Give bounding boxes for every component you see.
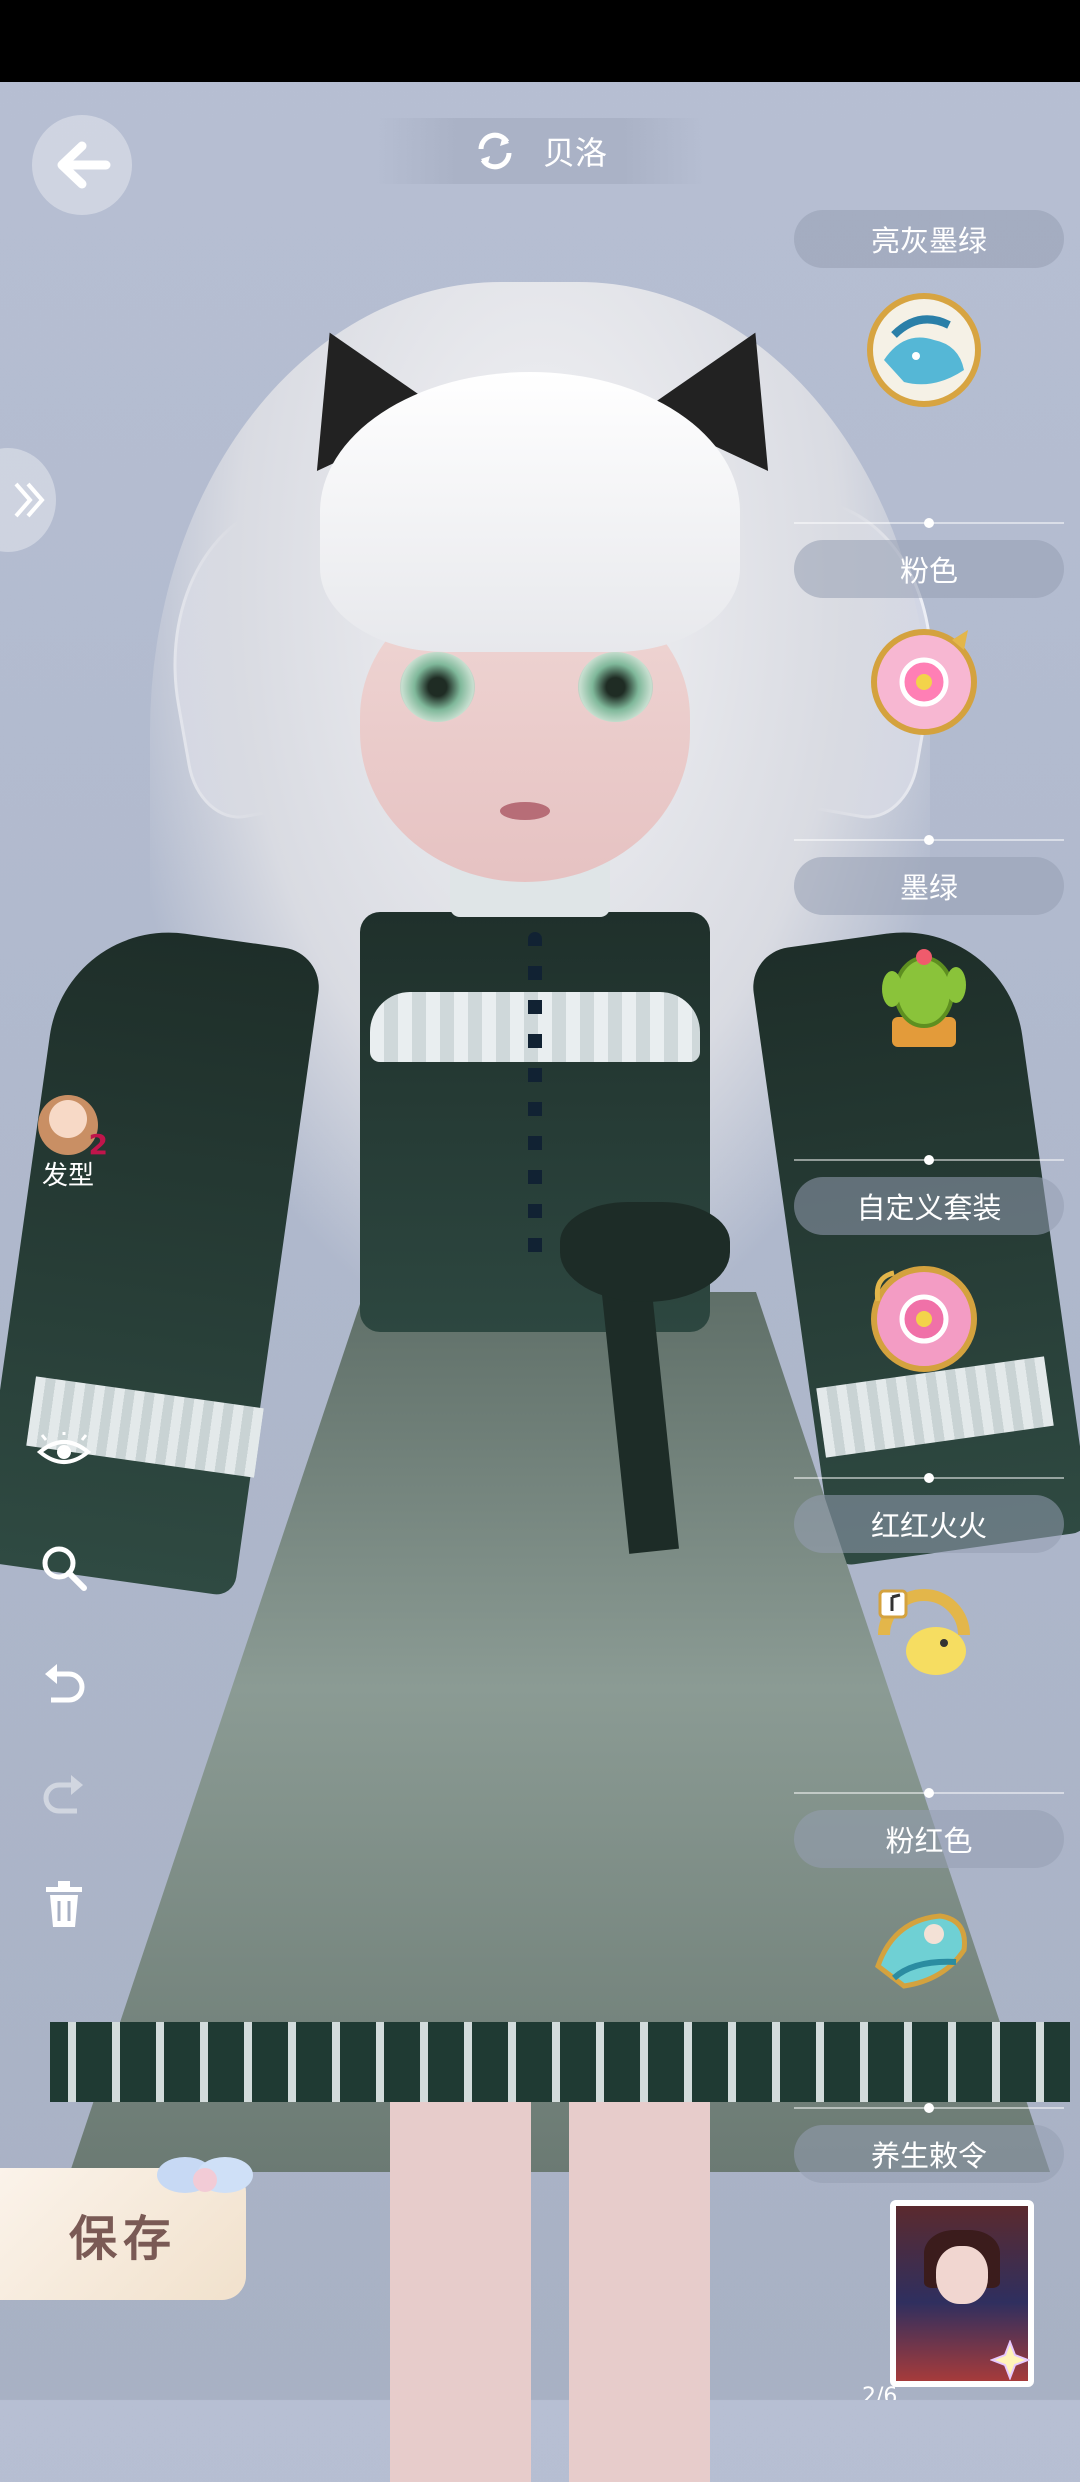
outfit-label: 自定义套装 bbox=[794, 1177, 1064, 1235]
whale-badge-icon[interactable] bbox=[864, 290, 984, 410]
ribbon-decoration-icon bbox=[157, 2157, 253, 2193]
outfit-label: 粉色 bbox=[794, 540, 1064, 598]
trash-icon bbox=[46, 1881, 82, 1927]
arrow-left-icon bbox=[57, 141, 111, 189]
bow bbox=[560, 1202, 730, 1302]
outfit-item[interactable]: 粉色 bbox=[794, 518, 1064, 735]
portrait-face bbox=[936, 2246, 988, 2304]
magnifier-icon bbox=[42, 1546, 87, 1591]
lips bbox=[500, 802, 550, 820]
divider-dot bbox=[924, 1473, 934, 1483]
dress-buttons bbox=[528, 932, 542, 1262]
hair-bangs bbox=[320, 372, 740, 652]
eye-icon bbox=[36, 1432, 92, 1464]
divider-dot bbox=[924, 1788, 934, 1798]
outfit-item[interactable]: 自定义套装 bbox=[794, 1155, 1064, 1372]
outfit-label: 粉红色 bbox=[794, 1810, 1064, 1868]
divider-dot bbox=[924, 1155, 934, 1165]
switch-icon[interactable] bbox=[473, 129, 517, 173]
outfit-label: 养生敕令 bbox=[794, 2125, 1064, 2183]
visibility-toggle[interactable] bbox=[34, 1422, 94, 1482]
status-bar bbox=[0, 0, 1080, 82]
left-eye bbox=[400, 652, 475, 722]
outfit-item[interactable]: 粉红色 bbox=[794, 1788, 1064, 1989]
divider-dot bbox=[924, 2103, 934, 2113]
hairstyle-avatar-icon: 2 bbox=[38, 1095, 108, 1161]
music-chick-badge-icon[interactable] bbox=[864, 1575, 984, 1695]
back-button[interactable] bbox=[32, 115, 132, 215]
double-chevron-right-icon bbox=[14, 482, 45, 518]
outfit-item[interactable]: 亮灰墨绿 bbox=[794, 210, 1064, 407]
redo-button[interactable] bbox=[34, 1765, 94, 1825]
outfit-item[interactable]: 墨绿 bbox=[794, 835, 1064, 1047]
mermaid-badge-icon[interactable] bbox=[864, 1890, 984, 2010]
legs bbox=[390, 2102, 710, 2482]
divider-dot bbox=[924, 835, 934, 845]
left-sleeve bbox=[0, 917, 324, 1597]
zoom-button[interactable] bbox=[34, 1538, 94, 1598]
outfit-label: 红红火火 bbox=[794, 1495, 1064, 1553]
outfit-label: 墨绿 bbox=[794, 857, 1064, 915]
hairstyle-count-badge: 2 bbox=[88, 1128, 108, 1161]
outfit-item[interactable]: 红红火火 bbox=[794, 1473, 1064, 1675]
flower-pocket-watch-icon[interactable] bbox=[864, 1257, 984, 1377]
cactus-pot-icon[interactable] bbox=[864, 937, 984, 1057]
page-indicator: 2/6 bbox=[862, 2384, 898, 2400]
undo-button[interactable] bbox=[34, 1654, 94, 1714]
redo-icon bbox=[43, 1775, 83, 1814]
divider-dot bbox=[924, 518, 934, 528]
sparkle-star-icon bbox=[990, 2340, 1030, 2380]
character-switch-bar[interactable]: 贝洛 bbox=[375, 118, 705, 184]
character-model[interactable] bbox=[0, 82, 1080, 2482]
undo-icon bbox=[45, 1664, 85, 1703]
delete-button[interactable] bbox=[34, 1874, 94, 1934]
hairstyle-button[interactable]: 2 发型 bbox=[28, 1095, 108, 1192]
right-eye bbox=[578, 652, 653, 722]
outfit-label: 亮灰墨绿 bbox=[794, 210, 1064, 268]
outfit-item[interactable]: 养生敕令 bbox=[794, 2103, 1064, 2183]
character-name: 贝洛 bbox=[542, 134, 607, 172]
pink-flower-watch-icon[interactable] bbox=[864, 620, 984, 740]
skirt-hem bbox=[50, 2022, 1070, 2102]
